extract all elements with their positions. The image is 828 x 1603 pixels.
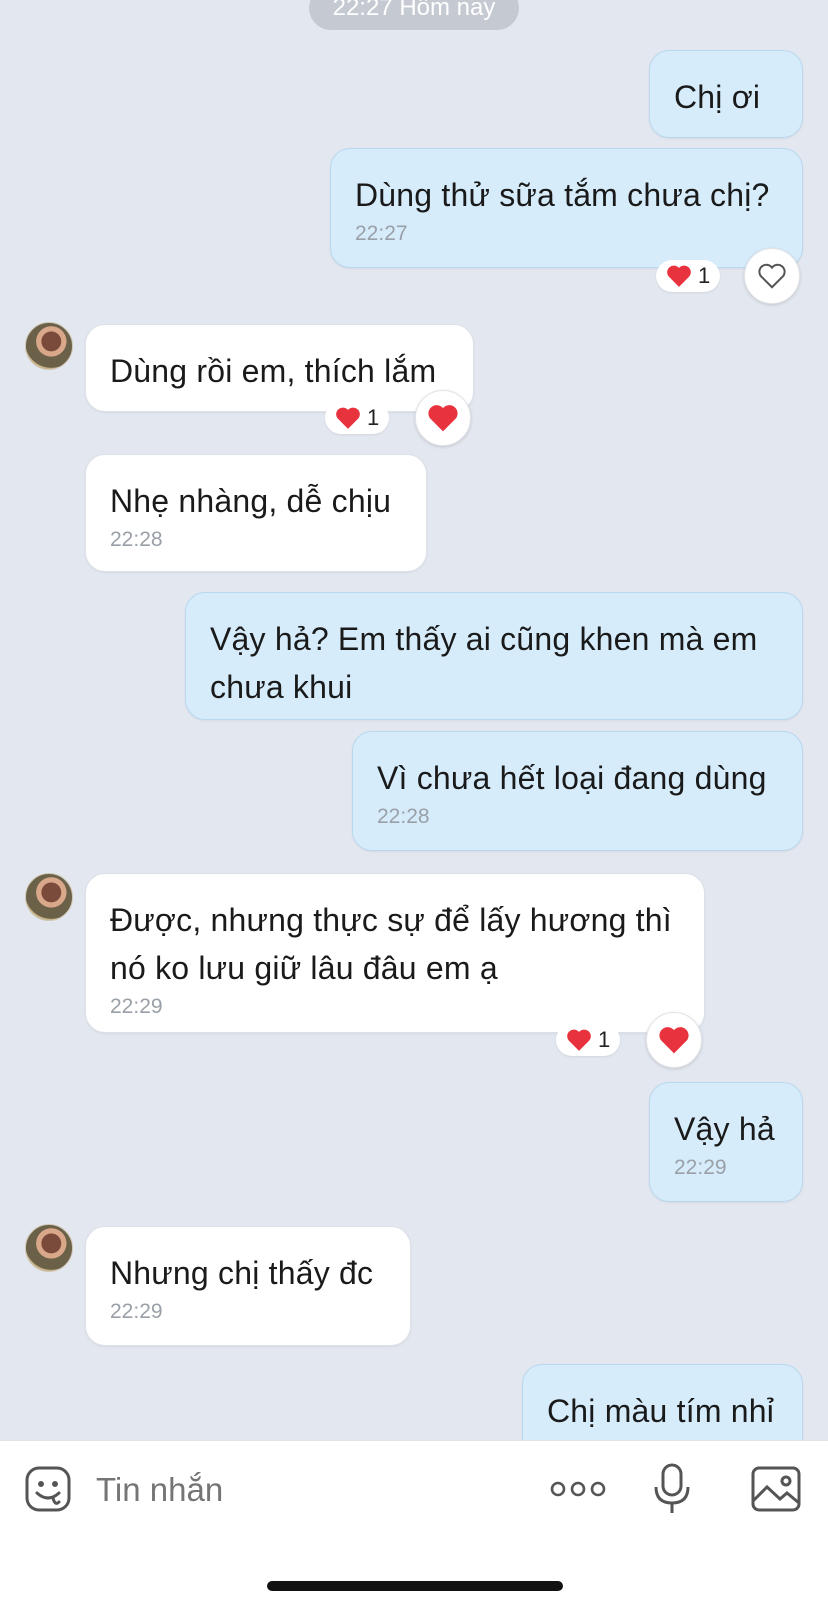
- contact-avatar[interactable]: [25, 873, 73, 921]
- heart-icon: [667, 265, 691, 287]
- heart-icon: [428, 405, 458, 432]
- message-bubble-outgoing[interactable]: Vậy hả 22:29: [649, 1082, 803, 1202]
- message-text: Nhẹ nhàng, dễ chịu: [110, 483, 392, 519]
- message-bubble-incoming[interactable]: Được, nhưng thực sự để lấy hương thì nó …: [85, 873, 705, 1033]
- message-text: Nhưng chị thấy đc: [110, 1255, 374, 1291]
- reaction-summary[interactable]: 1: [325, 402, 390, 434]
- chat-area[interactable]: 22:27 Hôm nay Chị ơi Dùng thử sữa tắm ch…: [0, 0, 828, 1440]
- sticker-icon[interactable]: [24, 1465, 72, 1513]
- message-text: Vậy hả: [674, 1111, 775, 1147]
- reaction-count: 1: [367, 405, 380, 430]
- message-bubble-incoming[interactable]: Dùng rồi em, thích lắm: [85, 324, 474, 412]
- reaction-summary[interactable]: 1: [556, 1024, 621, 1056]
- heart-outline-icon: [758, 263, 786, 289]
- message-time: 22:29: [110, 1300, 163, 1323]
- heart-icon: [567, 1029, 591, 1051]
- reaction-summary[interactable]: 1: [656, 260, 721, 292]
- message-bubble-incoming[interactable]: Nhưng chị thấy đc 22:29: [85, 1226, 411, 1346]
- more-icon[interactable]: [550, 1475, 606, 1503]
- react-button[interactable]: [744, 248, 800, 304]
- date-header: 22:27 Hôm nay: [309, 0, 519, 30]
- message-bubble-outgoing[interactable]: Vì chưa hết loại đang dùng 22:28: [352, 731, 803, 851]
- message-bubble-outgoing[interactable]: Vậy hả? Em thấy ai cũng khen mà em chưa …: [185, 592, 803, 720]
- message-bubble-incoming[interactable]: Nhẹ nhàng, dễ chịu 22:28: [85, 454, 427, 572]
- message-text: Vì chưa hết loại đang dùng: [377, 760, 767, 796]
- reaction-count: 1: [698, 263, 711, 288]
- message-time: 22:29: [110, 995, 163, 1018]
- reaction-count: 1: [598, 1027, 611, 1052]
- heart-icon: [336, 407, 360, 429]
- heart-icon: [659, 1027, 689, 1054]
- message-bubble-outgoing[interactable]: Chị màu tím nhỉ: [522, 1364, 803, 1440]
- home-indicator: [267, 1581, 563, 1591]
- message-text: Được, nhưng thực sự để lấy hương thì nó …: [110, 902, 672, 986]
- message-time: 22:28: [377, 805, 430, 828]
- message-text: Chị ơi: [674, 79, 761, 115]
- message-time: 22:27: [355, 222, 408, 245]
- image-icon[interactable]: [750, 1465, 802, 1513]
- microphone-icon[interactable]: [652, 1463, 692, 1515]
- message-time: 22:28: [110, 528, 163, 551]
- message-text: Chị màu tím nhỉ: [547, 1393, 775, 1429]
- message-text: Dùng rồi em, thích lắm: [110, 353, 437, 389]
- react-button[interactable]: [415, 390, 471, 446]
- message-time: 22:29: [674, 1156, 727, 1179]
- contact-avatar[interactable]: [25, 1224, 73, 1272]
- react-button[interactable]: [646, 1012, 702, 1068]
- message-input[interactable]: [94, 1461, 518, 1519]
- message-composer: [0, 1440, 828, 1603]
- message-text: Dùng thử sữa tắm chưa chị?: [355, 177, 770, 213]
- message-bubble-outgoing[interactable]: Dùng thử sữa tắm chưa chị? 22:27: [330, 148, 803, 268]
- message-text: Vậy hả? Em thấy ai cũng khen mà em chưa …: [210, 621, 758, 705]
- contact-avatar[interactable]: [25, 322, 73, 370]
- message-bubble-outgoing[interactable]: Chị ơi: [649, 50, 803, 138]
